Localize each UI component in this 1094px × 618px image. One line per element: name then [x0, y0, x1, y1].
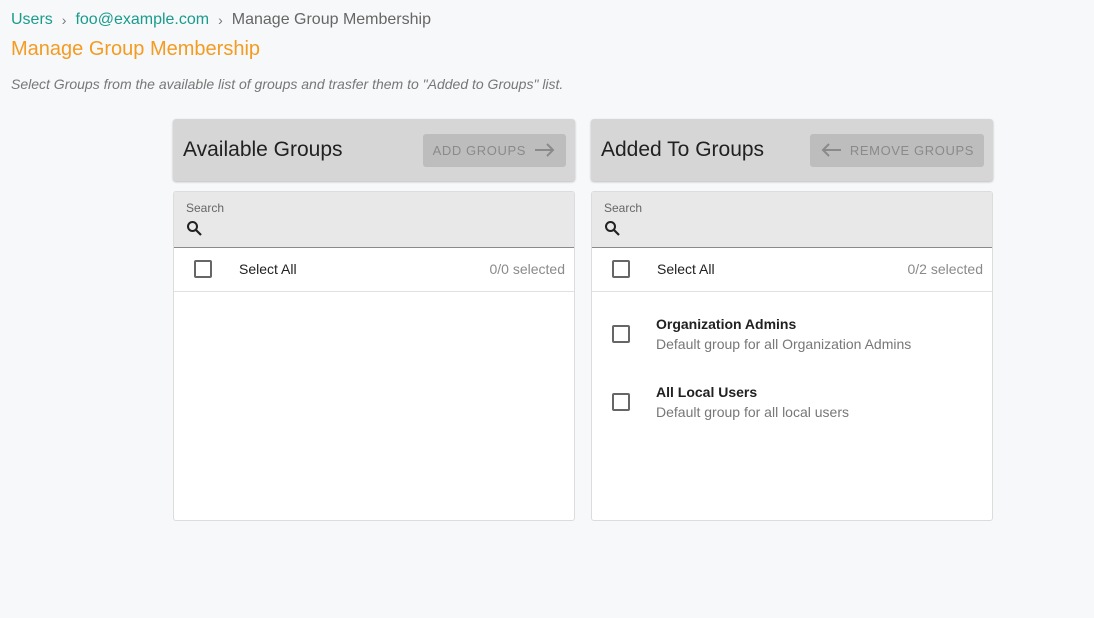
remove-groups-button[interactable]: REMOVE GROUPS	[809, 133, 984, 167]
search-label: Search	[186, 201, 225, 215]
selected-count: 0/0 selected	[489, 261, 566, 277]
available-groups-list-box: Search Select All 0/0 selected	[173, 191, 575, 521]
available-groups-title: Available Groups	[183, 138, 343, 161]
breadcrumb-separator: ›	[61, 12, 67, 28]
available-groups-panel: Available Groups ADD GROUPS Search Selec…	[173, 119, 575, 521]
search-icon	[605, 221, 620, 236]
added-select-all-checkbox[interactable]	[612, 260, 630, 278]
group-checkbox[interactable]	[612, 325, 630, 343]
page-title: Manage Group Membership	[11, 38, 261, 60]
select-all-label: Select All	[239, 261, 297, 277]
group-checkbox[interactable]	[612, 393, 630, 411]
search-label: Search	[604, 201, 643, 215]
add-groups-button[interactable]: ADD GROUPS	[422, 133, 566, 167]
breadcrumb: Users › foo@example.com › Manage Group M…	[11, 11, 431, 29]
arrow-left-icon	[821, 143, 841, 157]
breadcrumb-current: Manage Group Membership	[231, 11, 431, 28]
added-groups-title: Added To Groups	[601, 138, 765, 161]
select-all-label: Select All	[657, 261, 715, 277]
group-description: Default group for all local users	[656, 404, 849, 420]
add-groups-label: ADD GROUPS	[432, 142, 526, 158]
list-item[interactable]: All Local Users Default group for all lo…	[592, 360, 992, 428]
group-name: Organization Admins	[656, 316, 797, 332]
breadcrumb-user-email-link[interactable]: foo@example.com	[75, 11, 209, 29]
breadcrumb-separator: ›	[218, 12, 223, 28]
added-groups-list-box: Search Select All 0/2 selected Organizat…	[591, 191, 993, 521]
added-search-box: Search	[592, 192, 992, 248]
arrow-right-icon	[535, 143, 555, 157]
added-search-input[interactable]	[626, 218, 970, 242]
added-groups-panel: Added To Groups REMOVE GROUPS Search Sel…	[591, 119, 993, 521]
group-description: Default group for all Organization Admin…	[656, 336, 912, 352]
added-groups-header: Added To Groups REMOVE GROUPS	[591, 119, 993, 181]
added-select-all-row: Select All 0/2 selected	[592, 248, 992, 292]
remove-groups-label: REMOVE GROUPS	[849, 142, 974, 158]
page-description: Select Groups from the available list of…	[11, 76, 564, 92]
available-select-all-checkbox[interactable]	[194, 260, 212, 278]
breadcrumb-users-link[interactable]: Users	[11, 11, 53, 29]
available-select-all-row: Select All 0/0 selected	[174, 248, 574, 292]
list-item[interactable]: Organization Admins Default group for al…	[592, 292, 992, 360]
available-search-box: Search	[174, 192, 574, 248]
search-icon	[187, 221, 202, 236]
available-groups-header: Available Groups ADD GROUPS	[173, 119, 575, 181]
group-name: All Local Users	[656, 384, 758, 400]
available-search-input[interactable]	[208, 218, 552, 242]
added-group-list: Organization Admins Default group for al…	[592, 292, 992, 428]
selected-count: 0/2 selected	[907, 261, 984, 277]
